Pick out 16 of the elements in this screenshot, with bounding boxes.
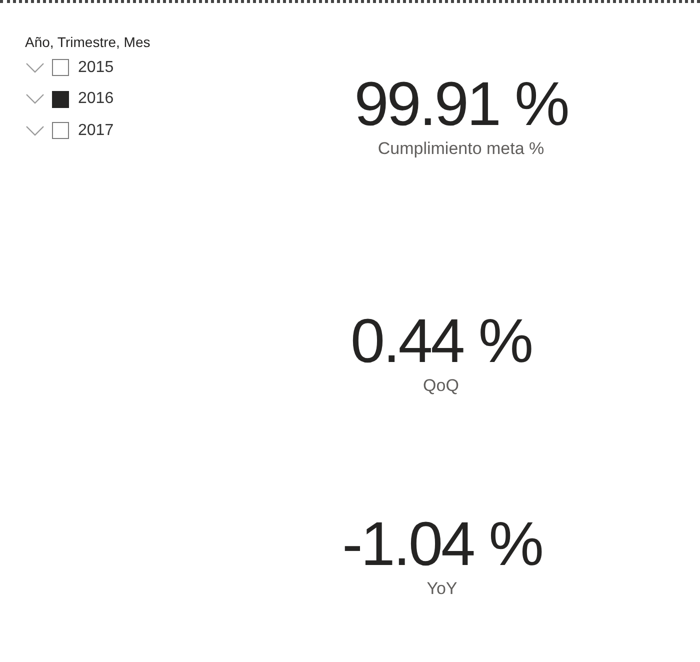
chevron-down-icon[interactable]: [26, 126, 44, 136]
card-label: QoQ: [423, 376, 459, 396]
card-value: 0.44 %: [350, 311, 532, 373]
checkbox[interactable]: [52, 90, 69, 108]
checkbox[interactable]: [52, 122, 69, 140]
year-label[interactable]: 2016: [78, 89, 114, 110]
card-label: Cumplimiento meta %: [378, 139, 544, 159]
year-label[interactable]: 2015: [78, 58, 114, 78]
card-value: 99.91 %: [354, 74, 568, 136]
year-label[interactable]: 2017: [78, 120, 114, 141]
checkbox[interactable]: [52, 59, 69, 76]
chevron-down-icon[interactable]: [26, 94, 44, 104]
chevron-down-icon[interactable]: [26, 62, 44, 73]
card-label: YoY: [426, 579, 458, 599]
slicer-title: Año, Trimestre, Mes: [25, 33, 150, 51]
card-value: -1.04 %: [342, 514, 542, 576]
